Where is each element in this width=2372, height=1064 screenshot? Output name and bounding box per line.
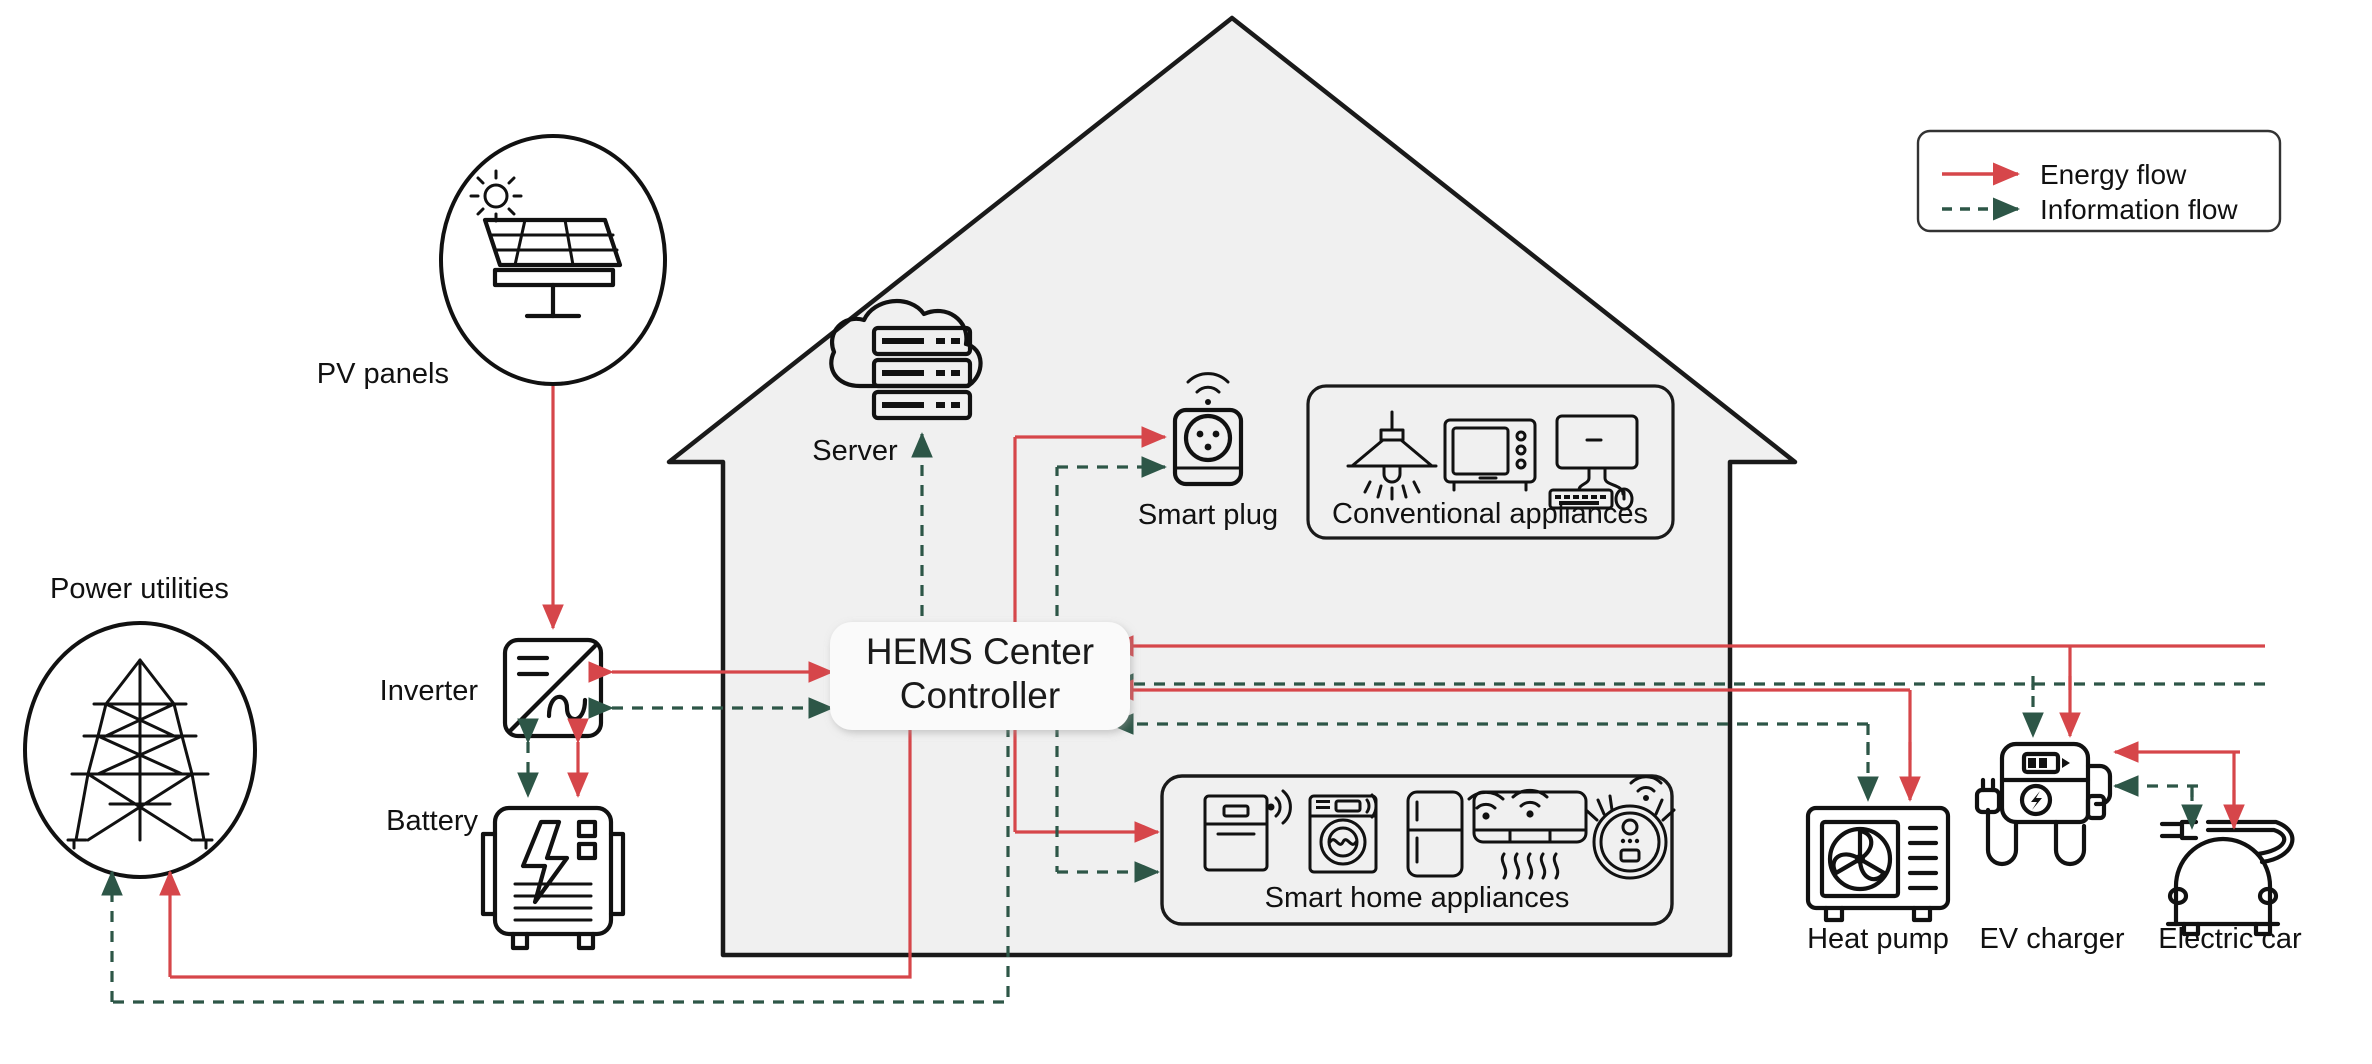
- inverter-node[interactable]: Inverter: [380, 637, 604, 739]
- legend-label-energy: Energy flow: [2040, 159, 2187, 190]
- legend-label-information: Information flow: [2040, 194, 2238, 225]
- heat-pump-label: Heat pump: [1807, 923, 1949, 955]
- power-utilities-label: Power utilities: [50, 573, 229, 605]
- hems-label-line1: HEMS Center: [866, 631, 1094, 672]
- ev-charger-label: EV charger: [1979, 923, 2124, 955]
- inverter-label: Inverter: [380, 675, 479, 707]
- heat-pump-icon: [1805, 805, 1951, 923]
- ev-charger-node[interactable]: EV charger: [1974, 741, 2125, 955]
- legend: Energy flow Information flow: [1916, 129, 2282, 233]
- electric-car-label: Electric car: [2158, 923, 2302, 955]
- power-utilities-node[interactable]: Power utilities: [23, 573, 257, 879]
- conventional-appliances-group[interactable]: Conventional appliances: [1306, 384, 1675, 540]
- pv-panels-node[interactable]: PV panels: [317, 134, 667, 390]
- electric-car-node[interactable]: Electric car: [2158, 819, 2302, 955]
- hems-controller-node[interactable]: HEMS Center Controller: [830, 622, 1130, 730]
- battery-node[interactable]: Battery: [386, 805, 626, 951]
- inverter-icon: [502, 637, 604, 739]
- battery-storage-icon: [480, 805, 626, 951]
- smart-home-appliances-group[interactable]: Smart home appliances: [1160, 774, 1676, 926]
- battery-label: Battery: [386, 805, 478, 837]
- smart-plug-label: Smart plug: [1138, 499, 1278, 531]
- server-label: Server: [812, 435, 898, 467]
- diagram-canvas: .e{stroke:#d6464a;stroke-width:3.2;fill:…: [0, 0, 2372, 1064]
- heat-pump-node[interactable]: Heat pump: [1805, 805, 1951, 955]
- hems-label-line2: Controller: [900, 675, 1060, 716]
- smart-home-appliances-label: Smart home appliances: [1265, 882, 1570, 914]
- electric-car-icon: [2159, 819, 2295, 937]
- pv-panels-label: PV panels: [317, 358, 449, 390]
- conventional-appliances-label: Conventional appliances: [1332, 498, 1648, 530]
- ev-charger-icon: [1974, 741, 2113, 867]
